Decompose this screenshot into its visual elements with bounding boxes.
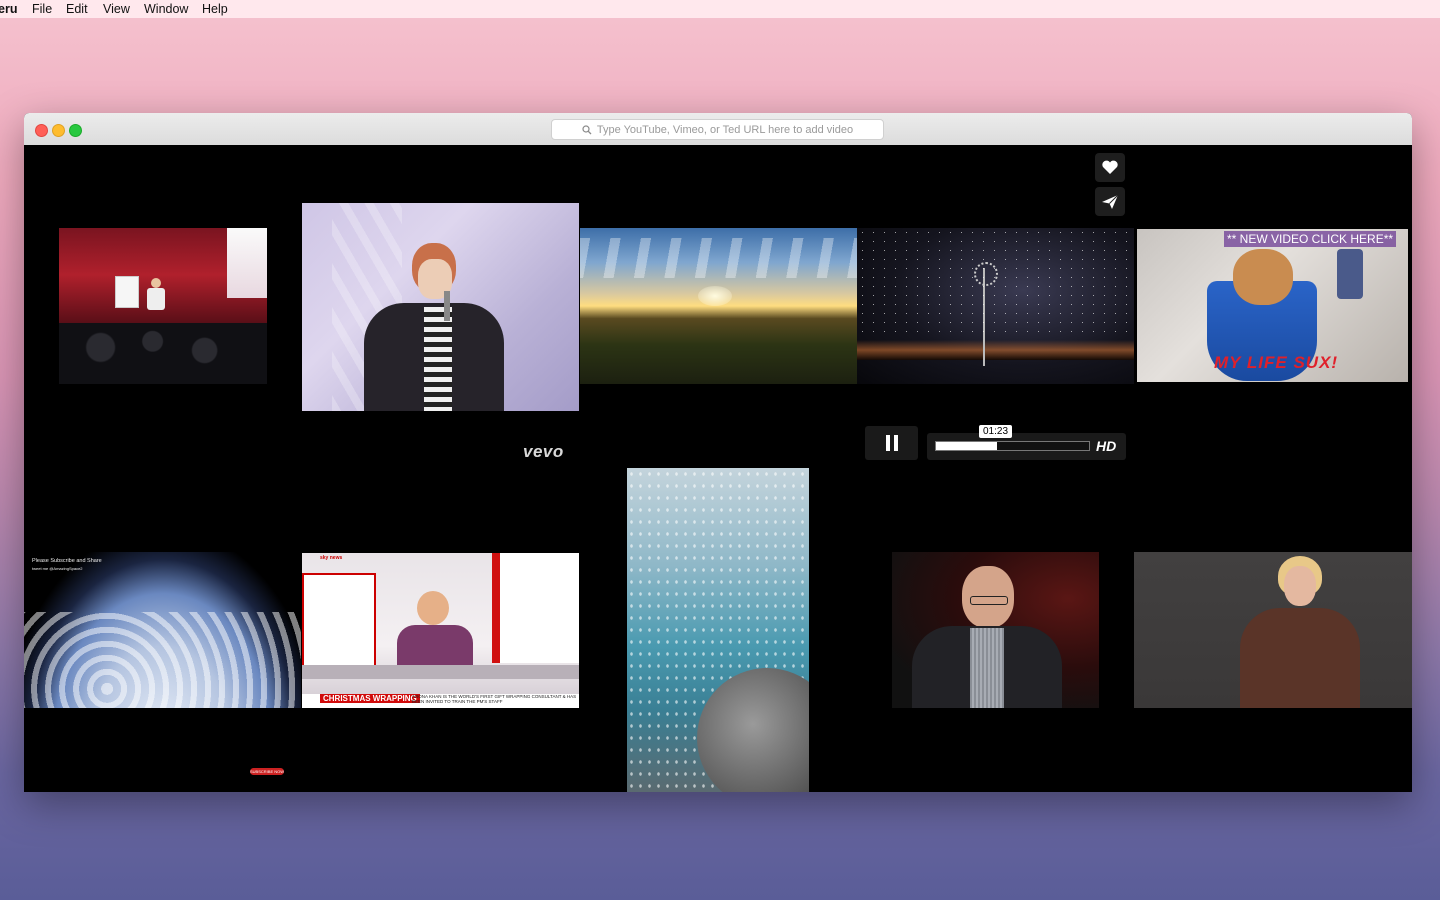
video-tile-news[interactable]: sky news CHRISTMAS WRAPPING ARONA KHAN I…: [302, 553, 579, 708]
earth-subcaption: tweet me @AmazingSpace2: [32, 566, 83, 571]
gift-box-right: [492, 553, 579, 663]
news-desk: [302, 665, 579, 679]
video-tile-speaker-woman[interactable]: [1134, 552, 1412, 708]
stars: [857, 228, 1134, 338]
horizon-glow: [857, 340, 1134, 360]
speaker-blouse: [1240, 608, 1360, 708]
menu-edit[interactable]: Edit: [66, 2, 88, 16]
presenter-head: [417, 591, 449, 625]
speaker-head: [151, 278, 161, 288]
url-placeholder: Type YouTube, Vimeo, or Ted URL here to …: [596, 123, 854, 136]
video-tile-sunset[interactable]: [580, 228, 857, 384]
video-tile-underwater[interactable]: [627, 468, 809, 792]
video-tile-speaker-glasses[interactable]: [892, 552, 1099, 708]
clouds-earth: [24, 612, 301, 708]
kitten: [1233, 249, 1293, 305]
progress-fill: [936, 442, 998, 450]
title-bar: Type YouTube, Vimeo, or Ted URL here to …: [24, 113, 1412, 146]
menu-view[interactable]: View: [103, 2, 130, 16]
gift-box-left: [302, 573, 376, 667]
paper-plane-icon: [1102, 194, 1119, 209]
video-tile-music-video[interactable]: [302, 203, 579, 411]
app-window: Type YouTube, Vimeo, or Ted URL here to …: [24, 113, 1412, 792]
microphone: [444, 291, 450, 321]
speaker-face-3: [1284, 566, 1316, 606]
minimize-button[interactable]: [52, 124, 65, 137]
close-button[interactable]: [35, 124, 48, 137]
pause-button[interactable]: [865, 426, 918, 460]
sun: [698, 286, 732, 306]
app-menu[interactable]: eru: [0, 2, 17, 16]
striped-shirt: [424, 307, 452, 411]
progress-track[interactable]: [935, 441, 1090, 451]
player-controls: HD: [927, 433, 1126, 460]
vevo-watermark: vevo: [523, 442, 564, 461]
subscribe-button[interactable]: SUBSCRIBE NOW: [250, 768, 284, 775]
news-ticker-text: ARONA KHAN IS THE WORLD'S FIRST GIFT WRA…: [412, 694, 577, 704]
heart-icon: [1102, 160, 1118, 174]
zoom-button[interactable]: [69, 124, 82, 137]
video-grid: vevo ** NEW VIDEO CLICK HERE** MY LIFE S…: [24, 145, 1412, 792]
projector-screen: [227, 228, 267, 298]
news-headline: CHRISTMAS WRAPPING: [320, 694, 420, 703]
speaker-body: [147, 288, 165, 310]
menu-window[interactable]: Window: [144, 2, 188, 16]
video-tile-stage-talk[interactable]: [59, 228, 267, 384]
clouds: [580, 238, 857, 278]
glasses: [970, 596, 1008, 605]
menu-file[interactable]: File: [32, 2, 52, 16]
kitten-caption: MY LIFE SUX!: [1214, 353, 1339, 372]
news-ticker: CHRISTMAS WRAPPING ARONA KHAN IS THE WOR…: [302, 694, 579, 708]
hd-toggle[interactable]: HD: [1096, 438, 1116, 454]
search-icon: [582, 124, 592, 134]
flipchart: [115, 276, 139, 308]
speaker-shirt: [970, 628, 1004, 708]
earth-caption: Please Subscribe and Share: [32, 558, 102, 564]
pause-icon: [885, 435, 898, 451]
kitten-banner[interactable]: ** NEW VIDEO CLICK HERE**: [1224, 231, 1397, 247]
video-tile-night-sky[interactable]: [857, 228, 1134, 384]
time-tooltip: 01:23: [979, 425, 1013, 438]
favorite-button[interactable]: [1095, 153, 1125, 182]
news-logo: sky news: [320, 555, 343, 561]
bottle: [1337, 249, 1363, 299]
audience: [59, 323, 267, 384]
url-input[interactable]: Type YouTube, Vimeo, or Ted URL here to …: [551, 119, 884, 140]
menu-bar: eru File Edit View Window Help: [0, 0, 1440, 18]
share-button[interactable]: [1095, 187, 1125, 216]
menu-help[interactable]: Help: [202, 2, 228, 16]
video-tile-earth[interactable]: [24, 552, 301, 708]
